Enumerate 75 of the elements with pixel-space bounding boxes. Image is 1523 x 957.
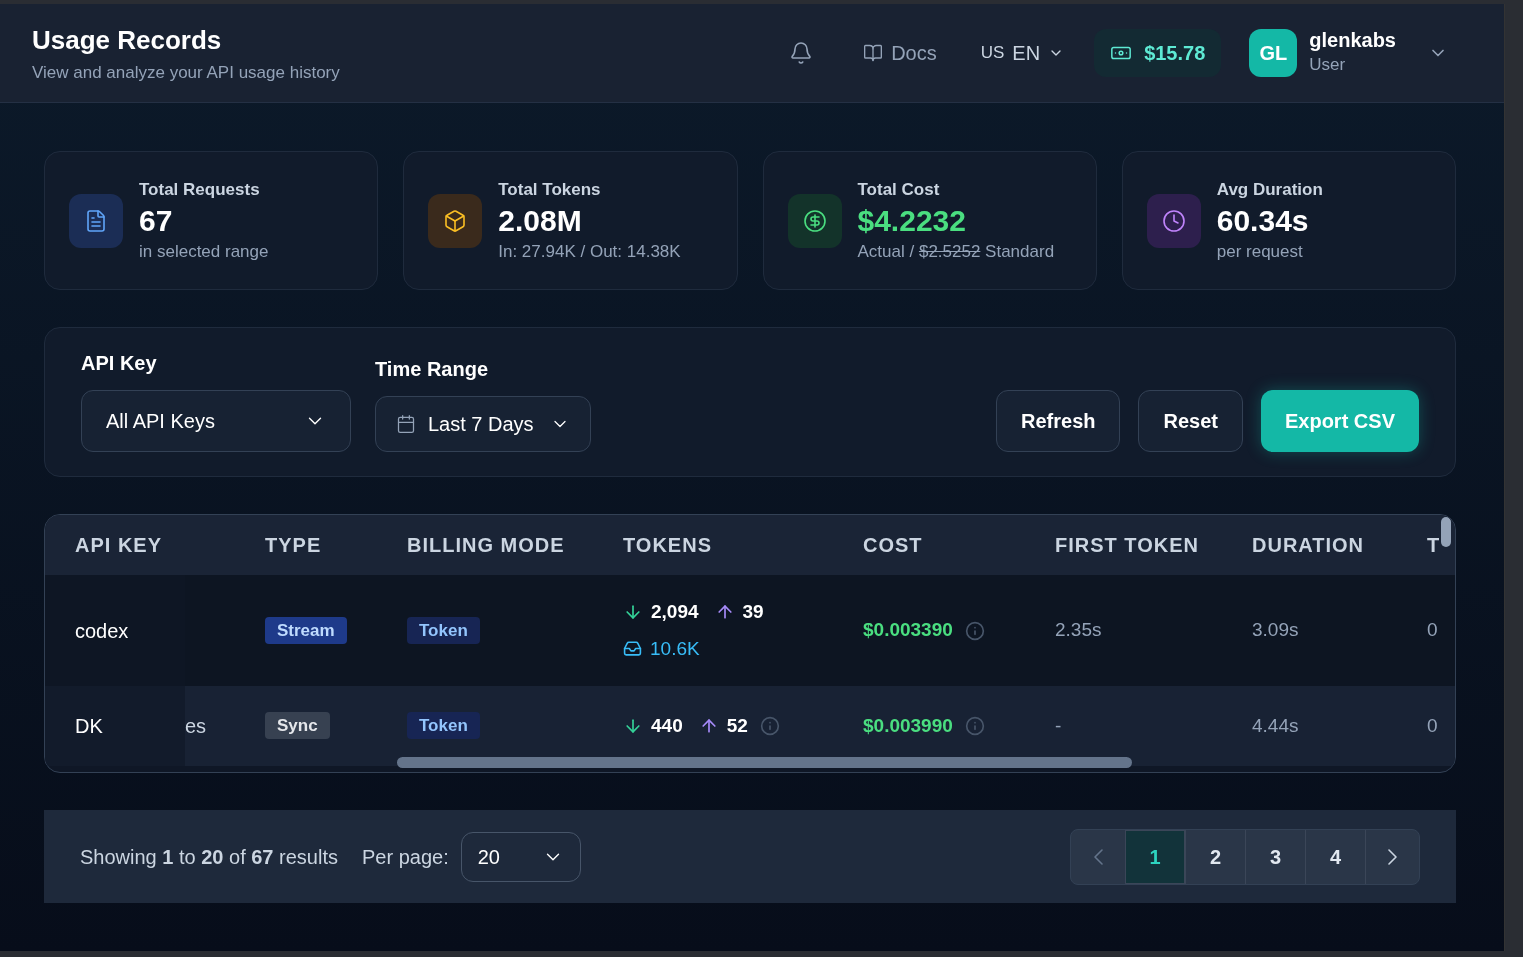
info-icon[interactable] bbox=[964, 620, 985, 641]
cache-tokens: 10.6K bbox=[650, 636, 700, 661]
table-cell: 3.09s bbox=[1252, 619, 1299, 641]
input-tokens: 440 bbox=[651, 713, 683, 738]
info-icon[interactable] bbox=[964, 716, 985, 736]
stat-label: Total Requests bbox=[139, 179, 261, 201]
chevron-right-icon bbox=[1388, 848, 1397, 865]
clock-icon bbox=[1146, 193, 1201, 248]
chevron-left-icon bbox=[1093, 848, 1103, 865]
calendar-icon bbox=[396, 414, 416, 434]
inbox-icon bbox=[623, 639, 642, 659]
document-icon bbox=[69, 193, 123, 248]
column-header: BILLING MODE bbox=[407, 534, 565, 556]
user-name: glenkabs bbox=[1309, 28, 1396, 53]
billing-badge: Token bbox=[407, 616, 480, 644]
time-range-select[interactable]: Last 7 Days bbox=[375, 396, 591, 452]
page-title: Usage Records bbox=[32, 23, 223, 57]
dollar-icon bbox=[787, 193, 842, 248]
column-header: COST bbox=[863, 534, 923, 556]
output-tokens: 52 bbox=[726, 713, 748, 738]
billing-badge: Token bbox=[407, 712, 480, 740]
input-tokens: 2,094 bbox=[651, 600, 699, 624]
stat-value: 60.34s bbox=[1216, 202, 1310, 239]
field-label: API Key bbox=[81, 351, 158, 376]
table-cell: 2.35s bbox=[1055, 619, 1102, 641]
type-badge: Sync bbox=[265, 712, 330, 740]
book-icon bbox=[863, 43, 884, 63]
language-selector[interactable]: US EN bbox=[980, 38, 1065, 68]
column-header: DURATION bbox=[1252, 534, 1365, 556]
stat-label: Total Tokens bbox=[498, 179, 602, 201]
per-page-select[interactable]: 20 bbox=[460, 831, 581, 882]
table-cell: es bbox=[185, 715, 207, 737]
action-button[interactable]: Refresh bbox=[996, 390, 1121, 452]
docs-link[interactable]: Docs bbox=[863, 38, 937, 68]
column-header: T bbox=[1427, 534, 1441, 556]
stat-label: Total Cost bbox=[857, 179, 941, 201]
action-button[interactable]: Reset bbox=[1138, 390, 1243, 452]
page-button[interactable]: 4 bbox=[1305, 829, 1365, 884]
cost-value: $0.003390 bbox=[863, 618, 953, 643]
table-cell: 0 bbox=[1427, 714, 1438, 736]
column-header: TOKENS bbox=[623, 534, 712, 556]
table-cell: - bbox=[1055, 714, 1062, 736]
cube-icon bbox=[428, 193, 483, 248]
page-button[interactable]: 2 bbox=[1185, 829, 1245, 884]
vertical-scrollbar[interactable] bbox=[1441, 517, 1451, 547]
table-cell: 4.44s bbox=[1252, 714, 1299, 736]
balance-badge: $15.78 bbox=[1094, 29, 1222, 77]
horizontal-scrollbar[interactable] bbox=[397, 757, 1132, 768]
type-badge: Stream bbox=[265, 616, 347, 644]
output-tokens: 39 bbox=[742, 600, 764, 624]
bell-icon[interactable] bbox=[789, 41, 814, 65]
field-label: Time Range bbox=[375, 357, 489, 382]
table-cell-text: DK bbox=[75, 714, 103, 739]
stat-label: Avg Duration bbox=[1216, 179, 1323, 201]
page-subtitle: View and analyze your API usage history bbox=[32, 61, 340, 84]
stat-value: $4.2232 bbox=[857, 202, 967, 239]
stat-note: Actual / $2.5252 Standard bbox=[857, 240, 1055, 263]
user-role: User bbox=[1309, 54, 1347, 77]
results-summary: Showing 1 to 20 of 67 results bbox=[80, 844, 338, 870]
stat-value: 67 bbox=[139, 202, 174, 239]
table-cell: 0 bbox=[1427, 619, 1438, 641]
column-header: TYPE bbox=[265, 534, 322, 556]
info-icon[interactable] bbox=[759, 716, 780, 736]
column-header: API KEY bbox=[75, 534, 163, 556]
api-key-select[interactable]: All API Keys bbox=[81, 390, 351, 452]
cost-value: $0.003990 bbox=[863, 713, 953, 738]
stat-note: in selected range bbox=[139, 240, 269, 263]
stat-value: 2.08M bbox=[498, 202, 583, 239]
stat-note: per request bbox=[1216, 240, 1304, 263]
column-header: FIRST TOKEN bbox=[1055, 534, 1199, 556]
per-page-label: Per page: bbox=[361, 844, 449, 870]
page-button[interactable]: 3 bbox=[1245, 829, 1305, 884]
table-cell-text: codex bbox=[75, 618, 129, 644]
stat-note: In: 27.94K / Out: 14.38K bbox=[498, 240, 681, 263]
page-button[interactable]: 1 bbox=[1125, 829, 1185, 884]
